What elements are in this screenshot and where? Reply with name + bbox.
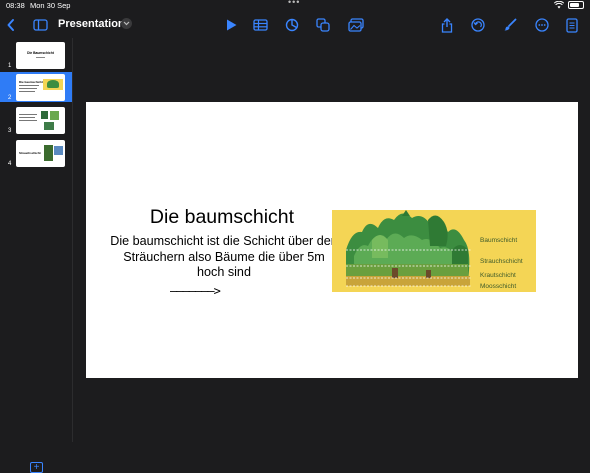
- slide-title[interactable]: Die baumschicht: [86, 206, 358, 229]
- slide-number: 1: [8, 63, 12, 69]
- status-date: Mon 30 Sep: [30, 1, 71, 10]
- slide-navigator: 1 Die Baumschicht 2 Die baumschicht 3 4: [0, 38, 73, 473]
- slide-thumbnail-selected[interactable]: 2 Die baumschicht: [0, 72, 72, 102]
- status-time: 08:38: [6, 1, 25, 10]
- toolbar: Presentation: [0, 12, 590, 38]
- more-icon[interactable]: [533, 16, 551, 34]
- share-icon[interactable]: [438, 16, 456, 34]
- slide-arrow-text[interactable]: ———————>: [170, 284, 221, 298]
- slide-number: 4: [8, 161, 12, 167]
- shapes-icon[interactable]: [314, 16, 332, 34]
- chart-icon[interactable]: [283, 16, 301, 34]
- slide-preview-title: Strauchschicht: [19, 151, 41, 155]
- slide-preview-title: Die Baumschicht: [27, 51, 54, 55]
- slide-body-text[interactable]: Die baumschicht ist die Schicht über den…: [108, 234, 340, 281]
- document-icon[interactable]: [563, 16, 581, 34]
- media-icon[interactable]: [347, 16, 365, 34]
- slide-preview: Die Baumschicht: [16, 42, 65, 69]
- undo-icon[interactable]: [469, 16, 487, 34]
- format-brush-icon[interactable]: [501, 16, 519, 34]
- layer-label-baumschicht: Baumschicht: [480, 237, 518, 244]
- play-icon[interactable]: [222, 16, 240, 34]
- back-icon[interactable]: [2, 16, 20, 34]
- slide-number: 2: [8, 95, 12, 101]
- status-bar: 08:38 Mon 30 Sep •••: [0, 0, 590, 12]
- slide-canvas[interactable]: Die baumschicht Die baumschicht ist die …: [86, 102, 578, 378]
- slide-thumbnail[interactable]: 3: [0, 105, 72, 135]
- document-title[interactable]: Presentation: [58, 18, 125, 30]
- slide-preview-title: Die baumschicht: [19, 80, 44, 84]
- slide-preview: Strauchschicht: [16, 140, 65, 167]
- sidebar-icon[interactable]: [31, 16, 49, 34]
- status-indicators: [554, 1, 584, 9]
- slide-thumbnail[interactable]: 4 Strauchschicht: [0, 138, 72, 168]
- layer-label-strauchschicht: Strauchschicht: [480, 258, 523, 265]
- wifi-icon: [554, 1, 564, 9]
- add-slide-icon[interactable]: +: [30, 462, 43, 473]
- layer-label-moosschicht: Moosschicht: [480, 283, 517, 290]
- forest-layers-illustration: [332, 210, 536, 292]
- slide-thumbnail[interactable]: 1 Die Baumschicht: [0, 40, 72, 70]
- slide-preview: Die baumschicht: [16, 74, 65, 101]
- multitasking-dots-icon[interactable]: •••: [288, 0, 300, 7]
- layer-label-krautschicht: Krautschicht: [480, 272, 516, 279]
- slide-preview: [16, 107, 65, 134]
- forest-layers-diagram[interactable]: Baumschicht Strauchschicht Krautschicht …: [332, 210, 536, 292]
- slide-number: 3: [8, 128, 12, 134]
- table-icon[interactable]: [251, 16, 269, 34]
- chevron-down-icon[interactable]: [121, 18, 132, 29]
- battery-icon: [568, 1, 584, 9]
